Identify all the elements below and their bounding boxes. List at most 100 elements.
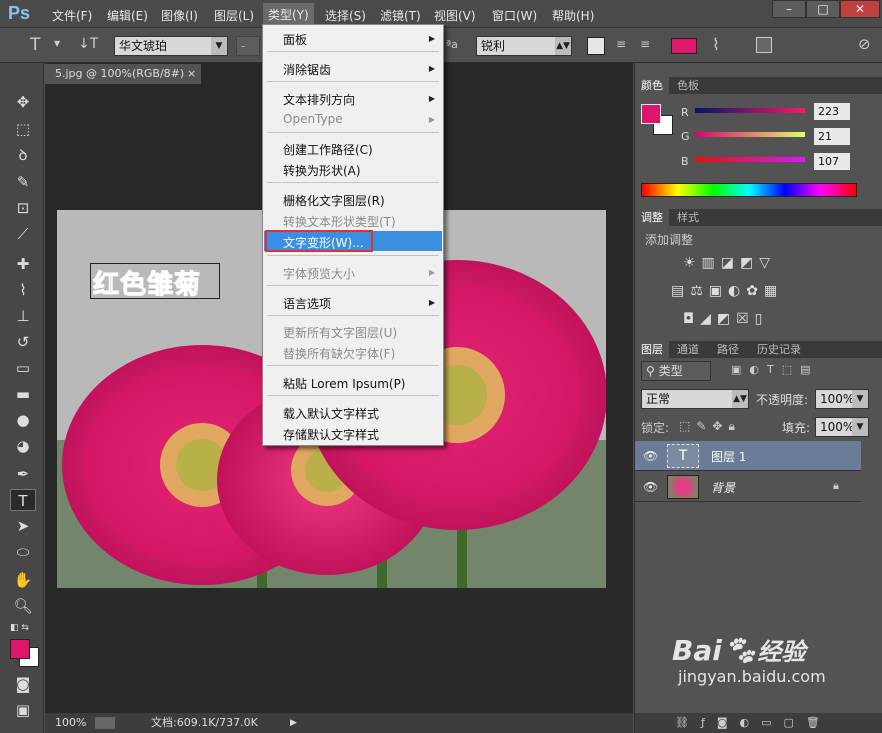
font-family-select[interactable]: 华文琥珀 ▼ bbox=[114, 36, 228, 56]
menu-item-paste-lorem-ipsum[interactable]: 粘贴 Lorem Ipsum(P) bbox=[283, 375, 406, 392]
menu-item-rasterize[interactable]: 栅格化文字图层(R) bbox=[283, 192, 385, 209]
default-colors-icon[interactable]: ◧ ⇆ bbox=[10, 623, 29, 633]
fill-input[interactable]: 100% ▼ bbox=[815, 417, 869, 437]
foreground-color-swatch[interactable] bbox=[10, 639, 30, 659]
layer-filter-select[interactable]: ⚲ 类型 bbox=[641, 361, 711, 381]
font-style-select[interactable]: - bbox=[236, 36, 260, 56]
blur-tool-icon[interactable]: ● bbox=[10, 409, 36, 431]
minimize-button[interactable]: – bbox=[772, 0, 806, 18]
menu-item-convert-text-shape[interactable]: 转换文本形状类型(T) bbox=[283, 213, 396, 230]
tab-history[interactable]: 历史记录 bbox=[751, 341, 807, 358]
stamp-tool-icon[interactable]: ⊥ bbox=[10, 305, 36, 327]
chevron-down-icon[interactable]: ▼ bbox=[54, 39, 60, 48]
adjustment-icons-row-3[interactable]: ◘◢◩☒▯ bbox=[683, 311, 768, 327]
menu-window[interactable]: 窗口(W) bbox=[492, 7, 537, 24]
channel-b-slider[interactable] bbox=[695, 157, 805, 162]
visibility-eye-icon[interactable]: 👁︎ bbox=[643, 449, 658, 463]
tab-paths[interactable]: 路径 bbox=[711, 341, 745, 358]
align-center-icon[interactable]: ≡ bbox=[612, 37, 630, 55]
menu-item-create-work-path[interactable]: 创建工作路径(C) bbox=[283, 141, 373, 158]
channel-b-value[interactable]: 107 bbox=[814, 153, 850, 170]
color-ramp[interactable] bbox=[641, 183, 857, 197]
type-tool-icon[interactable]: T bbox=[30, 35, 40, 55]
hand-tool-icon[interactable]: ✋ bbox=[10, 569, 36, 591]
healing-tool-icon[interactable]: ✚ bbox=[10, 253, 36, 275]
layer-name[interactable]: 图层 1 bbox=[711, 448, 746, 465]
move-tool-icon[interactable]: ✥ bbox=[10, 91, 36, 113]
menu-type[interactable]: 类型(Y) bbox=[263, 3, 314, 25]
tab-swatches[interactable]: 色板 bbox=[671, 77, 705, 94]
align-right-icon[interactable]: ≡ bbox=[636, 37, 654, 55]
menu-item-update-all-text[interactable]: 更新所有文字图层(U) bbox=[283, 324, 397, 341]
lock-icons[interactable]: ⬚✎✥🔒︎ bbox=[679, 419, 741, 434]
quick-select-tool-icon[interactable]: ✎ bbox=[10, 171, 36, 193]
screen-mode-icon[interactable]: ▣ bbox=[10, 699, 36, 721]
marquee-tool-icon[interactable]: ⬚ bbox=[10, 118, 36, 140]
tab-layers[interactable]: 图层 bbox=[635, 341, 669, 358]
menu-edit[interactable]: 编辑(E) bbox=[107, 7, 148, 24]
menu-item-save-default-styles[interactable]: 存储默认文字样式 bbox=[283, 426, 379, 443]
menu-item-load-default-styles[interactable]: 载入默认文字样式 bbox=[283, 405, 379, 422]
tab-color[interactable]: 颜色 bbox=[635, 77, 669, 94]
adjustment-icons-row-2[interactable]: ▤⚖▣◐✿▦ bbox=[671, 283, 783, 299]
menu-file[interactable]: 文件(F) bbox=[52, 7, 92, 24]
layer-row-background[interactable]: 👁︎ 背景 🔒︎ bbox=[635, 472, 861, 502]
antialias-select[interactable]: 锐利 ▲▼ bbox=[476, 36, 572, 56]
zoom-level[interactable]: 100% bbox=[55, 713, 86, 733]
menu-item-language-options[interactable]: 语言选项 bbox=[283, 295, 331, 312]
visibility-eye-icon[interactable]: 👁︎ bbox=[643, 480, 658, 494]
status-menu-arrow-icon[interactable]: ▶ bbox=[290, 713, 297, 733]
tab-styles[interactable]: 样式 bbox=[671, 209, 705, 226]
character-panel-icon[interactable] bbox=[756, 37, 772, 53]
blend-mode-select[interactable]: 正常 ▲▼ bbox=[641, 389, 749, 409]
menu-item-warp-text[interactable]: 文字变形(W)... bbox=[283, 234, 364, 251]
document-tab[interactable]: 5.jpg @ 100%(RGB/8#) × bbox=[45, 64, 201, 84]
adjustment-icons-row-1[interactable]: ☀▥◪◩▽ bbox=[683, 255, 776, 271]
lasso-tool-icon[interactable]: ꝺ bbox=[10, 144, 36, 166]
menu-item-antialias[interactable]: 消除锯齿 bbox=[283, 61, 331, 78]
warp-text-icon[interactable]: ⌇ bbox=[712, 35, 720, 54]
maximize-button[interactable]: □ bbox=[806, 0, 840, 18]
menu-item-opentype[interactable]: OpenType bbox=[283, 112, 343, 126]
menu-filter[interactable]: 滤镜(T) bbox=[380, 7, 421, 24]
menu-item-text-orientation[interactable]: 文本排列方向 bbox=[283, 91, 355, 108]
tab-channels[interactable]: 通道 bbox=[671, 341, 705, 358]
channel-r-value[interactable]: 223 bbox=[814, 103, 850, 120]
eraser-tool-icon[interactable]: ▭ bbox=[10, 357, 36, 379]
menu-select[interactable]: 选择(S) bbox=[325, 7, 366, 24]
close-tab-icon[interactable]: × bbox=[187, 64, 196, 84]
channel-g-value[interactable]: 21 bbox=[814, 128, 850, 145]
pen-tool-icon[interactable]: ✒ bbox=[10, 463, 36, 485]
channel-g-slider[interactable] bbox=[695, 132, 805, 137]
menu-layer[interactable]: 图层(L) bbox=[214, 7, 254, 24]
menu-view[interactable]: 视图(V) bbox=[434, 7, 476, 24]
gradient-tool-icon[interactable]: ▬ bbox=[10, 383, 36, 405]
menu-item-panel[interactable]: 面板 bbox=[283, 31, 307, 48]
history-brush-tool-icon[interactable]: ↺ bbox=[10, 331, 36, 353]
toggle-orientation-icon[interactable]: ↓T bbox=[78, 36, 98, 52]
align-left-icon[interactable] bbox=[587, 37, 605, 55]
quick-mask-icon[interactable]: ◙ bbox=[10, 673, 36, 695]
zoom-tool-icon[interactable]: 🔍︎ bbox=[10, 595, 36, 617]
layer-filter-icons[interactable]: ▣◐T⬚▤ bbox=[731, 363, 819, 376]
channel-r-slider[interactable] bbox=[695, 108, 805, 113]
menu-help[interactable]: 帮助(H) bbox=[552, 7, 594, 24]
type-tool-icon[interactable]: T bbox=[10, 489, 36, 511]
layer-row-text[interactable]: 👁︎ T 图层 1 bbox=[635, 441, 861, 471]
layers-footer-icons[interactable]: ⛓ƒ◙◐▭▢🗑︎ bbox=[675, 716, 832, 729]
menu-item-convert-to-shape[interactable]: 转换为形状(A) bbox=[283, 162, 361, 179]
opacity-input[interactable]: 100% ▼ bbox=[815, 389, 869, 409]
brush-tool-icon[interactable]: ⌇ bbox=[10, 279, 36, 301]
path-select-tool-icon[interactable]: ➤ bbox=[10, 515, 36, 537]
text-color-swatch[interactable] bbox=[671, 38, 697, 54]
fg-color-swatch[interactable] bbox=[641, 104, 661, 124]
menu-image[interactable]: 图像(I) bbox=[161, 7, 198, 24]
dodge-tool-icon[interactable]: ◕ bbox=[10, 435, 36, 457]
cancel-icon[interactable]: ⊘ bbox=[858, 35, 871, 53]
menu-item-font-preview-size[interactable]: 字体预览大小 bbox=[283, 265, 355, 282]
menu-item-replace-missing-fonts[interactable]: 替换所有缺欠字体(F) bbox=[283, 345, 395, 362]
layer-name[interactable]: 背景 bbox=[711, 479, 735, 496]
crop-tool-icon[interactable]: ⊡ bbox=[10, 197, 36, 219]
eyedropper-tool-icon[interactable]: ⟋ bbox=[10, 223, 36, 245]
close-button[interactable]: ✕ bbox=[840, 0, 880, 18]
